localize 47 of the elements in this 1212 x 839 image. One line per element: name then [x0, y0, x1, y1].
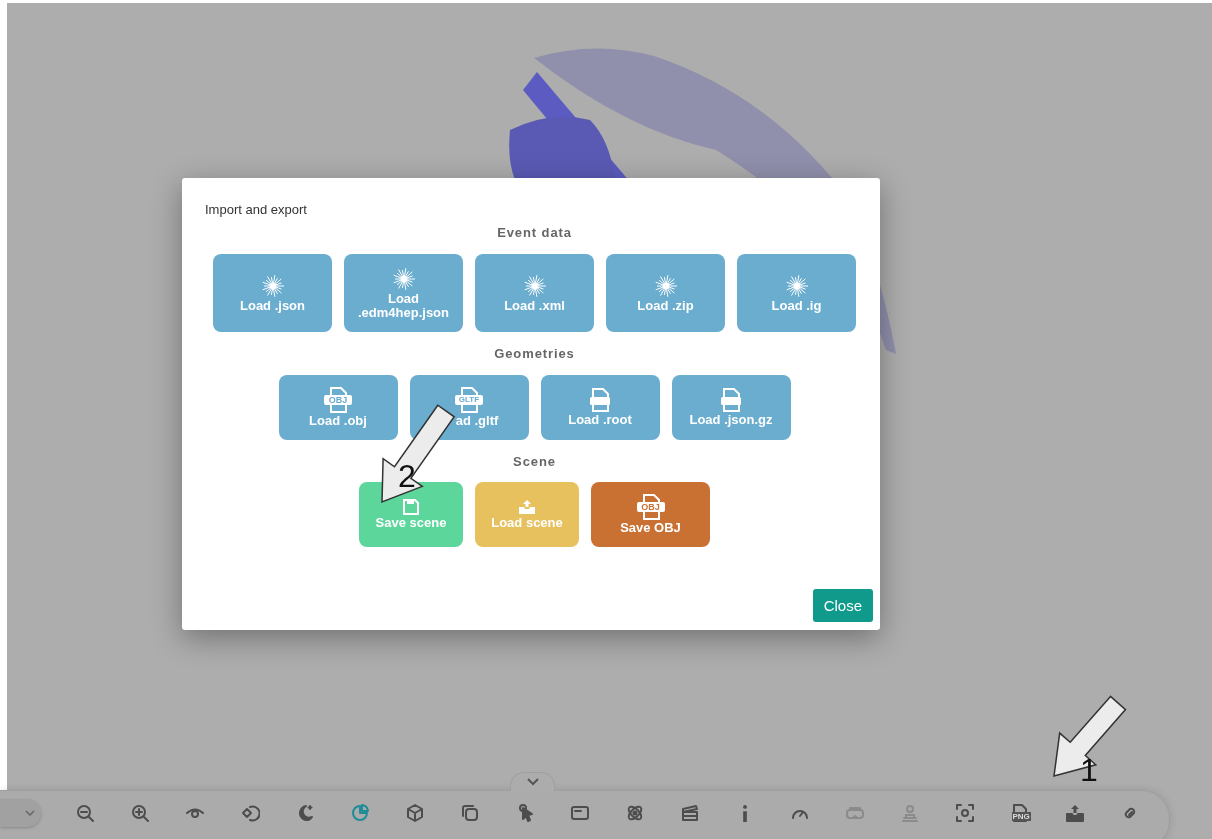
- info-icon: [742, 804, 747, 822]
- file-icon: [589, 388, 611, 413]
- chevron-down-icon: [526, 778, 539, 786]
- starburst-icon: [653, 273, 678, 298]
- load-button[interactable]: GLTF ad .gltf: [409, 375, 529, 440]
- starburst-icon: [522, 273, 547, 298]
- file-icon: [454, 387, 484, 414]
- dialog-title: Import and export: [205, 202, 307, 217]
- load-button[interactable]: Load .xml: [475, 254, 594, 332]
- rotate-icon: [239, 803, 260, 823]
- file-icon: [720, 388, 742, 413]
- file-type-label: OBJ: [640, 502, 661, 513]
- load-button[interactable]: Load .json: [213, 254, 332, 332]
- file-type-label: GLTF: [457, 395, 481, 406]
- load-button[interactable]: Load scene: [475, 482, 579, 547]
- load-button[interactable]: Load .root: [540, 375, 660, 440]
- person-icon: [899, 803, 920, 823]
- zoom-in-icon: [129, 803, 150, 823]
- floppy-icon: [403, 499, 419, 516]
- save-button[interactable]: OBJ Save OBJ: [591, 482, 710, 547]
- collapse-tab[interactable]: [510, 772, 555, 791]
- section-heading: Scene: [513, 454, 556, 469]
- screenshot-icon: [954, 803, 975, 823]
- clapperboard-icon: [679, 803, 700, 823]
- section-heading: Geometries: [494, 346, 575, 361]
- load-button[interactable]: Load .zip: [606, 254, 725, 332]
- upload-tray-icon: [1064, 803, 1085, 823]
- caret-icon: [25, 810, 35, 816]
- load-button[interactable]: OBJ Load .obj: [278, 375, 398, 440]
- file-type-label: OBJ: [327, 395, 349, 406]
- window-icon: [569, 803, 590, 823]
- close-button[interactable]: Close: [812, 589, 873, 622]
- upload-tray-icon: [518, 499, 536, 516]
- starburst-icon: [784, 273, 809, 298]
- zoom-out-icon: [74, 803, 95, 823]
- starburst-icon: [260, 273, 285, 298]
- load-button[interactable]: Load .ig: [737, 254, 856, 332]
- png-file-icon: PNG: [1009, 803, 1030, 823]
- section-heading: Event data: [497, 225, 572, 240]
- file-icon: [323, 387, 353, 414]
- copy-icon: [459, 803, 480, 823]
- load-button[interactable]: Load .edm4hep.json: [344, 254, 463, 332]
- cube-icon: [404, 803, 425, 823]
- starburst-icon: [391, 266, 416, 291]
- load-button[interactable]: Load .json.gz: [671, 375, 791, 440]
- toolbar-button[interactable]: PNG: [992, 803, 1047, 823]
- file-icon: [635, 494, 666, 521]
